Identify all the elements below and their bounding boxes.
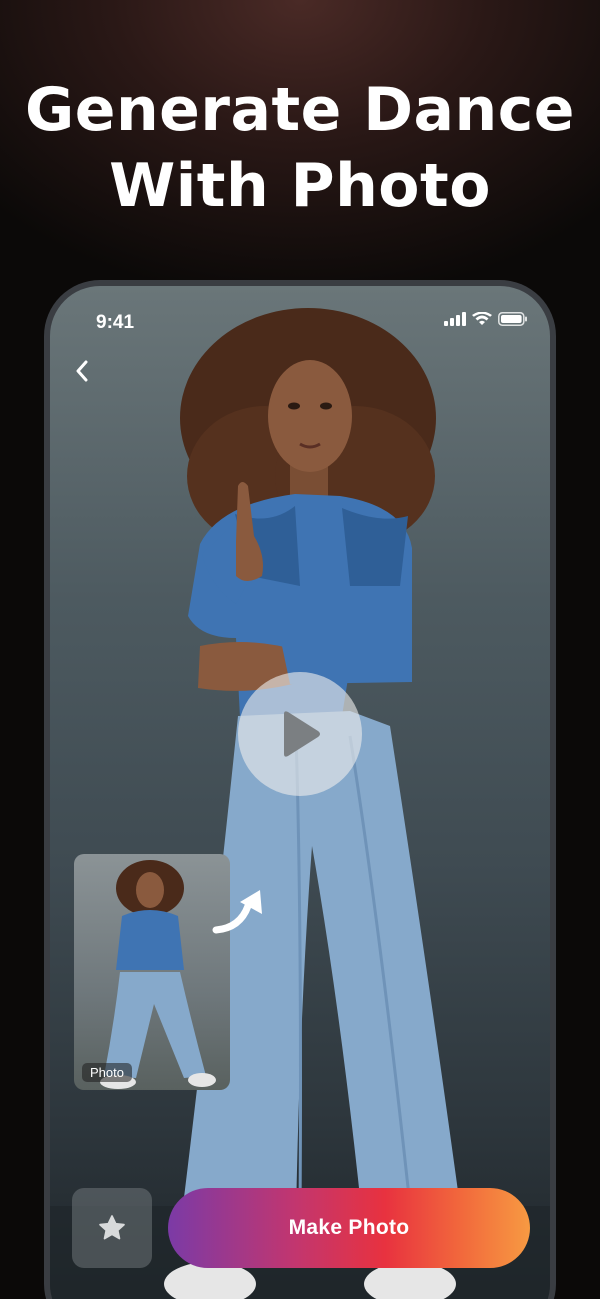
headline: Generate Dance With Photo (0, 72, 600, 224)
star-icon (99, 1215, 125, 1240)
make-photo-button[interactable]: Make Photo (168, 1188, 530, 1268)
source-photo-label: Photo (82, 1063, 132, 1082)
play-button[interactable] (238, 672, 362, 796)
phone-mockup: 9:41 Photo Make Photo (44, 280, 556, 1299)
status-icons (444, 312, 528, 326)
wifi-icon (472, 312, 492, 325)
headline-line-1: Generate Dance (25, 75, 575, 145)
source-photo-thumbnail[interactable]: Photo (74, 854, 230, 1090)
chevron-left-icon (76, 360, 88, 382)
phone-screen: 9:41 Photo Make Photo (50, 286, 550, 1299)
back-button[interactable] (70, 356, 94, 386)
favorite-button[interactable] (72, 1188, 152, 1268)
status-bar: 9:41 (50, 286, 550, 350)
signal-icon (444, 312, 466, 326)
face (268, 360, 352, 472)
headline-line-2: With Photo (109, 151, 491, 221)
source-photo-image (100, 860, 216, 1089)
curved-arrow-icon (212, 890, 262, 934)
battery-icon (498, 312, 527, 326)
play-icon (284, 711, 320, 757)
status-time: 9:41 (96, 312, 135, 333)
